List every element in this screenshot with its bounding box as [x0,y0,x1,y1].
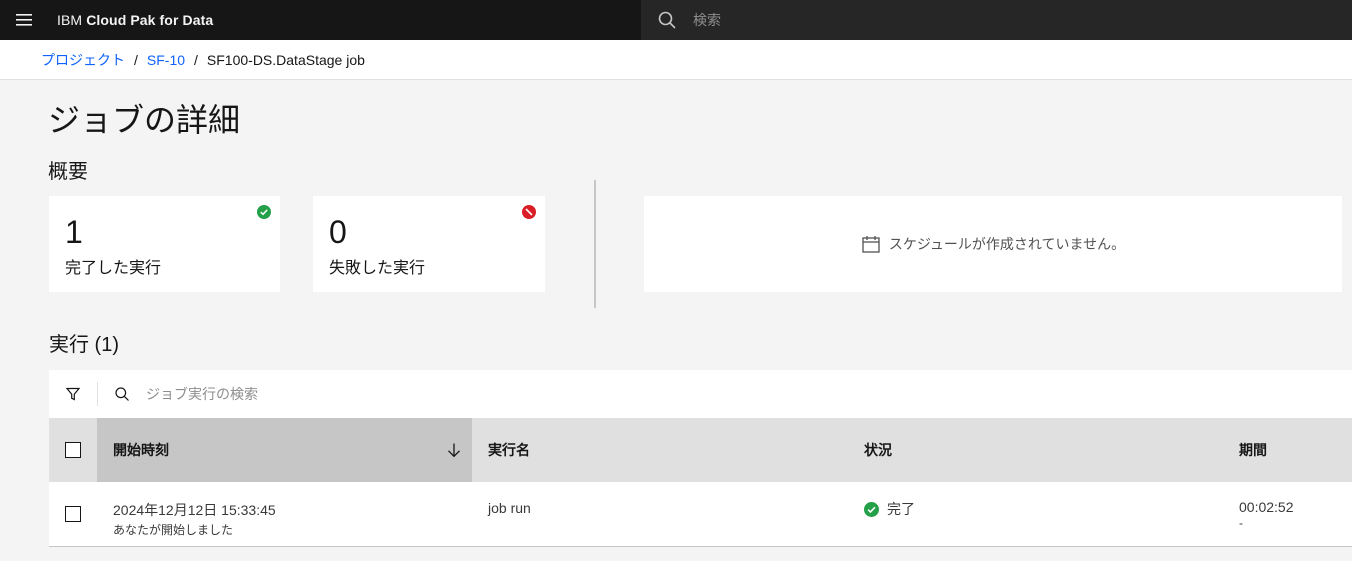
runs-toolbar [49,370,1352,418]
brand-name: Cloud Pak for Data [86,12,214,28]
completed-runs-count: 1 [65,214,83,250]
start-time: 2024年12月12日 15:33:45 [113,502,276,518]
failed-runs-count: 0 [329,214,347,250]
filter-icon [65,387,81,401]
checkmark-filled-icon [864,501,879,517]
runs-search-input[interactable] [146,386,546,402]
overview-title: 概要 [48,161,88,183]
runs-search [98,370,1352,418]
filter-button[interactable] [49,370,97,418]
brand-prefix: IBM [57,12,83,28]
status-cell: 完了 [864,499,915,519]
column-header-status[interactable]: 状況 [848,418,1223,482]
global-search-input[interactable] [693,12,1193,28]
duration-cell: 00:02:52 - [1239,499,1294,530]
row-select-cell [49,482,97,546]
run-name-cell: job run [488,500,531,516]
page-title: ジョブの詳細 [48,102,241,138]
column-label: 状況 [864,442,892,458]
column-header-run-name[interactable]: 実行名 [472,418,848,482]
table-row[interactable]: 2024年12月12日 15:33:45 あなたが開始しました job run … [49,482,1352,547]
runs-section-title: 実行 (1) [49,334,119,356]
arrow-down-icon [448,443,460,458]
summary-divider [594,180,596,308]
calendar-icon [862,236,880,253]
duration-sub: - [1239,516,1243,530]
product-name[interactable]: IBM Cloud Pak for Data [57,12,213,28]
column-header-start-time[interactable]: 開始時刻 [97,418,472,482]
schedule-empty-text: スケジュールが作成されていません。 [888,236,1126,252]
breadcrumb-current: SF100-DS.DataStage job [206,51,365,68]
column-label: 実行名 [488,442,530,458]
breadcrumb-separator: / [194,51,198,68]
column-label: 期間 [1239,442,1267,458]
schedule-card: スケジュールが作成されていません。 [644,196,1342,292]
select-all-checkbox[interactable] [65,442,81,458]
menu-icon [16,14,32,26]
error-filled-icon [522,205,536,219]
top-header: IBM Cloud Pak for Data [0,0,1352,40]
breadcrumb: プロジェクト / SF-10 / SF100-DS.DataStage job [0,40,1352,80]
column-label: 開始時刻 [113,442,169,458]
select-all-cell [49,418,97,482]
search-icon [98,370,146,418]
breadcrumb-projects-link[interactable]: プロジェクト [41,50,125,70]
completed-runs-card: 1 完了した実行 [49,196,280,292]
breadcrumb-separator: / [134,51,138,68]
failed-runs-label: 失敗した実行 [329,260,426,277]
runs-table-header: 開始時刻 実行名 状況 期間 [49,418,1352,482]
status-text: 完了 [887,501,915,517]
completed-runs-label: 完了した実行 [65,260,162,277]
hamburger-menu-button[interactable] [0,0,48,40]
started-by: あなたが開始しました [113,523,234,537]
failed-runs-card: 0 失敗した実行 [313,196,545,292]
breadcrumb-project-link[interactable]: SF-10 [147,52,185,68]
duration-value: 00:02:52 [1239,499,1294,515]
global-search [641,0,1352,40]
search-icon [641,0,693,40]
checkmark-filled-icon [257,205,271,219]
start-time-cell: 2024年12月12日 15:33:45 あなたが開始しました [113,500,276,538]
header-left: IBM Cloud Pak for Data [0,0,641,40]
column-header-duration[interactable]: 期間 [1223,418,1352,482]
row-checkbox[interactable] [65,506,81,522]
